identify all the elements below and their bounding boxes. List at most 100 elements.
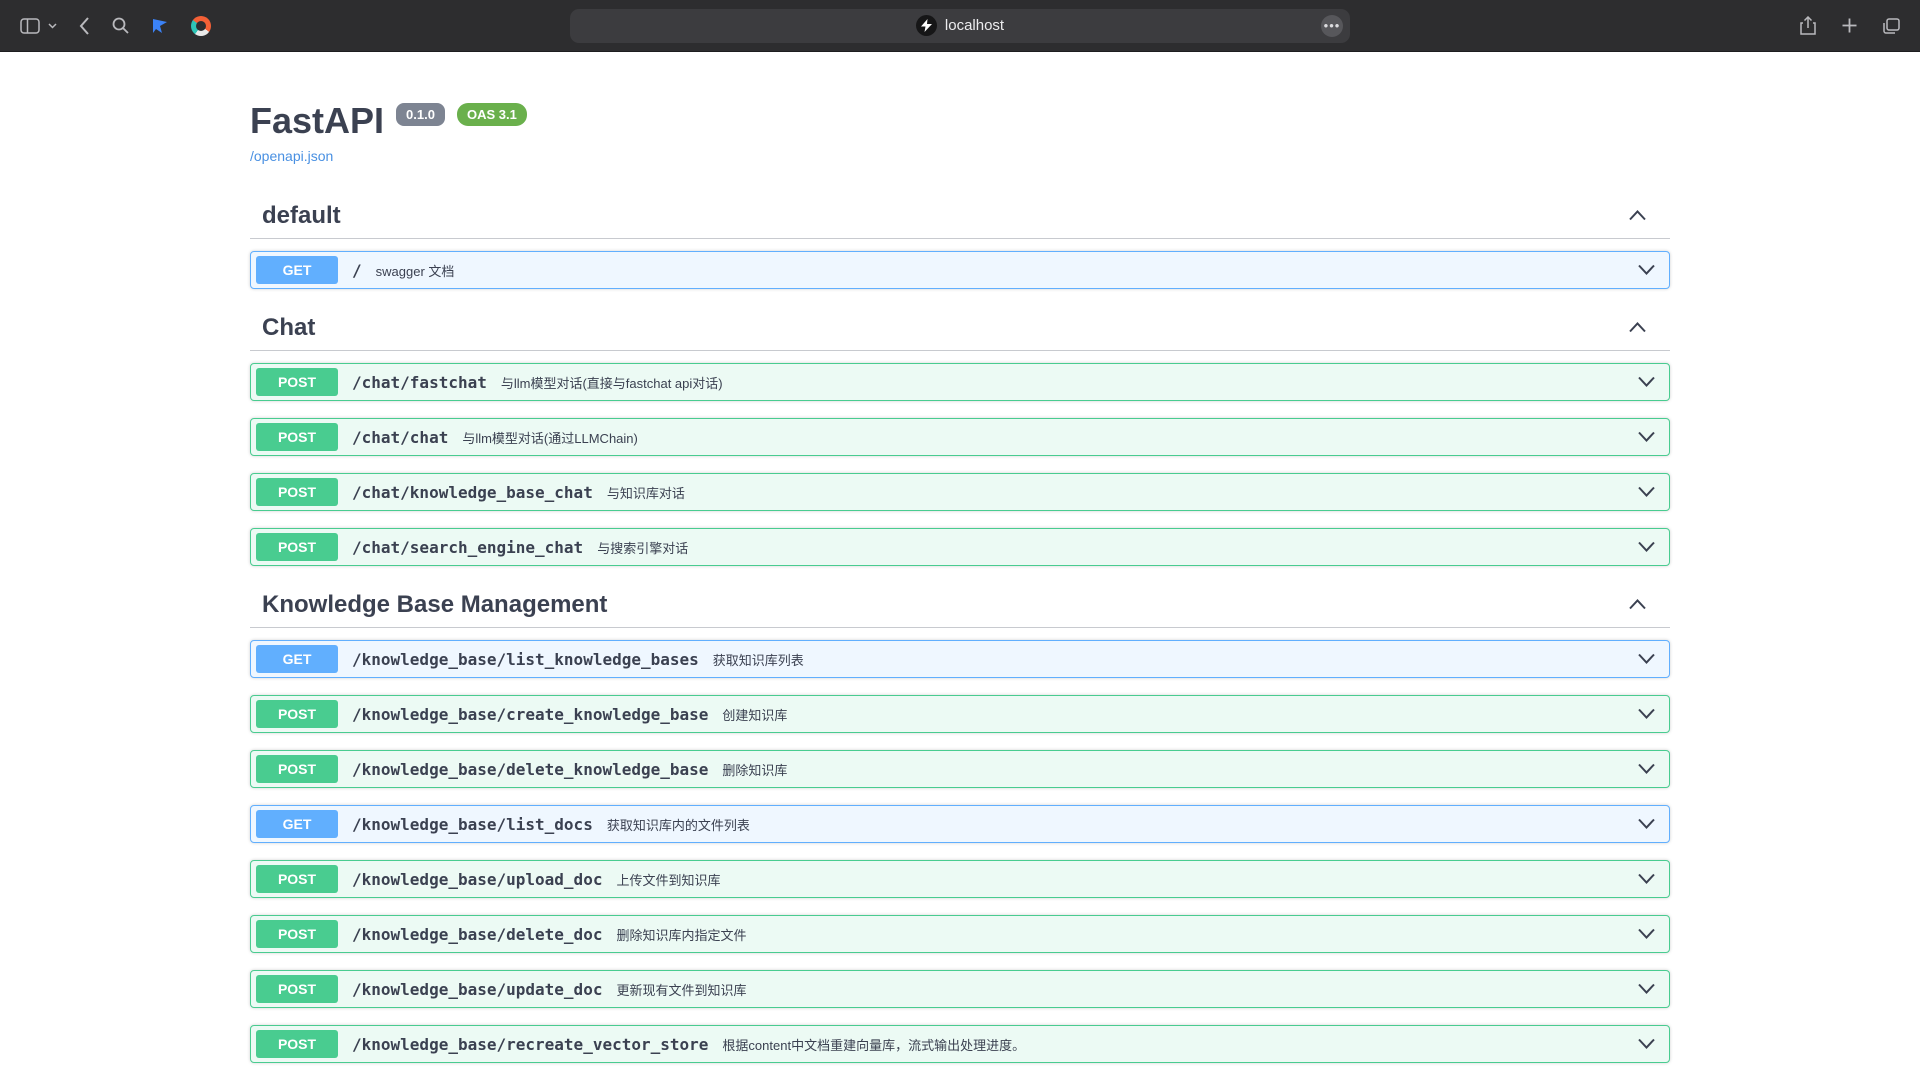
address-bar[interactable]: localhost ••• — [570, 9, 1350, 43]
operation-path: /knowledge_base/list_docs — [352, 815, 593, 834]
chevron-up-icon — [1629, 321, 1646, 336]
expand-operation-button[interactable] — [1628, 263, 1655, 278]
operation-row[interactable]: POST /chat/chat 与llm模型对话(通过LLMChain) — [250, 418, 1670, 456]
operation-summary: 删除知识库 — [722, 760, 787, 779]
operation-path: /knowledge_base/update_doc — [352, 980, 602, 999]
site-favicon-icon — [916, 15, 937, 36]
method-badge: POST — [256, 920, 338, 948]
expand-operation-button[interactable] — [1628, 485, 1655, 500]
method-badge: POST — [256, 975, 338, 1003]
operation-summary: 与llm模型对话(直接与fastchat api对话) — [501, 373, 723, 392]
operation-path: /knowledge_base/upload_doc — [352, 870, 602, 889]
tab-overview-button[interactable] — [1881, 16, 1902, 36]
operation-summary: swagger 文档 — [376, 261, 455, 280]
section-header[interactable]: Knowledge Base Management — [250, 583, 1670, 628]
operation-summary: 删除知识库内指定文件 — [616, 925, 746, 944]
operation-row[interactable]: GET / swagger 文档 — [250, 251, 1670, 289]
method-badge: GET — [256, 810, 338, 838]
new-tab-button[interactable] — [1840, 16, 1859, 35]
expand-operation-button[interactable] — [1628, 817, 1655, 832]
api-section: default GET / swagger 文档 — [250, 194, 1670, 289]
chevron-up-icon — [1629, 209, 1646, 224]
address-url-text: localhost — [945, 17, 1004, 34]
operation-summary: 上传文件到知识库 — [616, 870, 720, 889]
operation-path: /chat/knowledge_base_chat — [352, 483, 593, 502]
chevron-down-icon — [1638, 927, 1655, 942]
collapse-section-button[interactable] — [1629, 321, 1646, 336]
operation-row[interactable]: GET /knowledge_base/list_knowledge_bases… — [250, 640, 1670, 678]
chevron-down-icon — [1638, 872, 1655, 887]
operation-row[interactable]: POST /knowledge_base/upload_doc 上传文件到知识库 — [250, 860, 1670, 898]
chevron-down-icon — [1638, 263, 1655, 278]
share-button[interactable] — [1798, 14, 1818, 37]
page-settings-icon[interactable]: ••• — [1321, 15, 1343, 37]
section-title: Knowledge Base Management — [262, 591, 607, 619]
operation-summary: 根据content中文档重建向量库，流式输出处理进度。 — [722, 1035, 1025, 1054]
section-header[interactable]: Chat — [250, 306, 1670, 351]
operation-path: /chat/chat — [352, 428, 448, 447]
expand-operation-button[interactable] — [1628, 1037, 1655, 1052]
operation-path: /chat/search_engine_chat — [352, 538, 583, 557]
section-title: Chat — [262, 314, 315, 342]
expand-operation-button[interactable] — [1628, 927, 1655, 942]
operation-row[interactable]: POST /chat/fastchat 与llm模型对话(直接与fastchat… — [250, 363, 1670, 401]
operation-summary: 与llm模型对话(通过LLMChain) — [462, 428, 638, 447]
chevron-down-icon — [1638, 762, 1655, 777]
operation-row[interactable]: GET /knowledge_base/list_docs 获取知识库内的文件列… — [250, 805, 1670, 843]
expand-operation-button[interactable] — [1628, 652, 1655, 667]
collapse-section-button[interactable] — [1629, 209, 1646, 224]
collapse-section-button[interactable] — [1629, 598, 1646, 613]
method-badge: POST — [256, 533, 338, 561]
expand-operation-button[interactable] — [1628, 762, 1655, 777]
expand-operation-button[interactable] — [1628, 872, 1655, 887]
openapi-spec-link[interactable]: /openapi.json — [250, 148, 333, 164]
operation-row[interactable]: POST /knowledge_base/recreate_vector_sto… — [250, 1025, 1670, 1063]
page-title: FastAPI — [250, 100, 384, 142]
section-operations: GET / swagger 文档 — [250, 251, 1670, 289]
plus-icon — [1842, 18, 1857, 33]
expand-operation-button[interactable] — [1628, 375, 1655, 390]
tab-overview-icon — [1883, 18, 1900, 34]
method-badge: GET — [256, 645, 338, 673]
operation-summary: 获取知识库内的文件列表 — [607, 815, 750, 834]
browser-toolbar: localhost ••• — [0, 0, 1920, 52]
chevron-down-icon — [1638, 707, 1655, 722]
extension-button-2[interactable] — [189, 14, 213, 38]
api-section: Knowledge Base Management GET /knowledge… — [250, 583, 1670, 1063]
search-button[interactable] — [110, 15, 131, 36]
sidebar-menu-chevron-button[interactable] — [46, 21, 59, 31]
chevron-down-icon — [1638, 485, 1655, 500]
method-badge: POST — [256, 700, 338, 728]
operation-path: /knowledge_base/recreate_vector_store — [352, 1035, 708, 1054]
expand-operation-button[interactable] — [1628, 982, 1655, 997]
operation-path: /knowledge_base/list_knowledge_bases — [352, 650, 699, 669]
sidebar-toggle-icon — [20, 18, 40, 34]
chevron-down-icon — [1638, 540, 1655, 555]
operation-path: /knowledge_base/create_knowledge_base — [352, 705, 708, 724]
operation-row[interactable]: POST /knowledge_base/update_doc 更新现有文件到知… — [250, 970, 1670, 1008]
back-button[interactable] — [77, 15, 92, 37]
operation-row[interactable]: POST /chat/knowledge_base_chat 与知识库对话 — [250, 473, 1670, 511]
expand-operation-button[interactable] — [1628, 430, 1655, 445]
operation-path: / — [352, 261, 362, 280]
operation-summary: 更新现有文件到知识库 — [616, 980, 746, 999]
section-header[interactable]: default — [250, 194, 1670, 239]
operation-row[interactable]: POST /knowledge_base/delete_knowledge_ba… — [250, 750, 1670, 788]
section-operations: POST /chat/fastchat 与llm模型对话(直接与fastchat… — [250, 363, 1670, 566]
chevron-down-icon — [1638, 982, 1655, 997]
operation-row[interactable]: POST /knowledge_base/create_knowledge_ba… — [250, 695, 1670, 733]
operation-summary: 与知识库对话 — [607, 483, 685, 502]
method-badge: POST — [256, 423, 338, 451]
chevron-up-icon — [1629, 598, 1646, 613]
expand-operation-button[interactable] — [1628, 707, 1655, 722]
api-info: FastAPI 0.1.0 OAS 3.1 /openapi.json — [250, 52, 1670, 166]
extension-button-1[interactable] — [149, 15, 171, 37]
sidebar-toggle-button[interactable] — [18, 16, 42, 36]
operation-row[interactable]: POST /knowledge_base/delete_doc 删除知识库内指定… — [250, 915, 1670, 953]
back-icon — [79, 17, 90, 35]
api-sections: default GET / swagger 文档 Chat — [250, 194, 1670, 1063]
expand-operation-button[interactable] — [1628, 540, 1655, 555]
swagger-page: FastAPI 0.1.0 OAS 3.1 /openapi.json defa… — [0, 52, 1920, 1080]
share-icon — [1800, 16, 1816, 35]
operation-row[interactable]: POST /chat/search_engine_chat 与搜索引擎对话 — [250, 528, 1670, 566]
